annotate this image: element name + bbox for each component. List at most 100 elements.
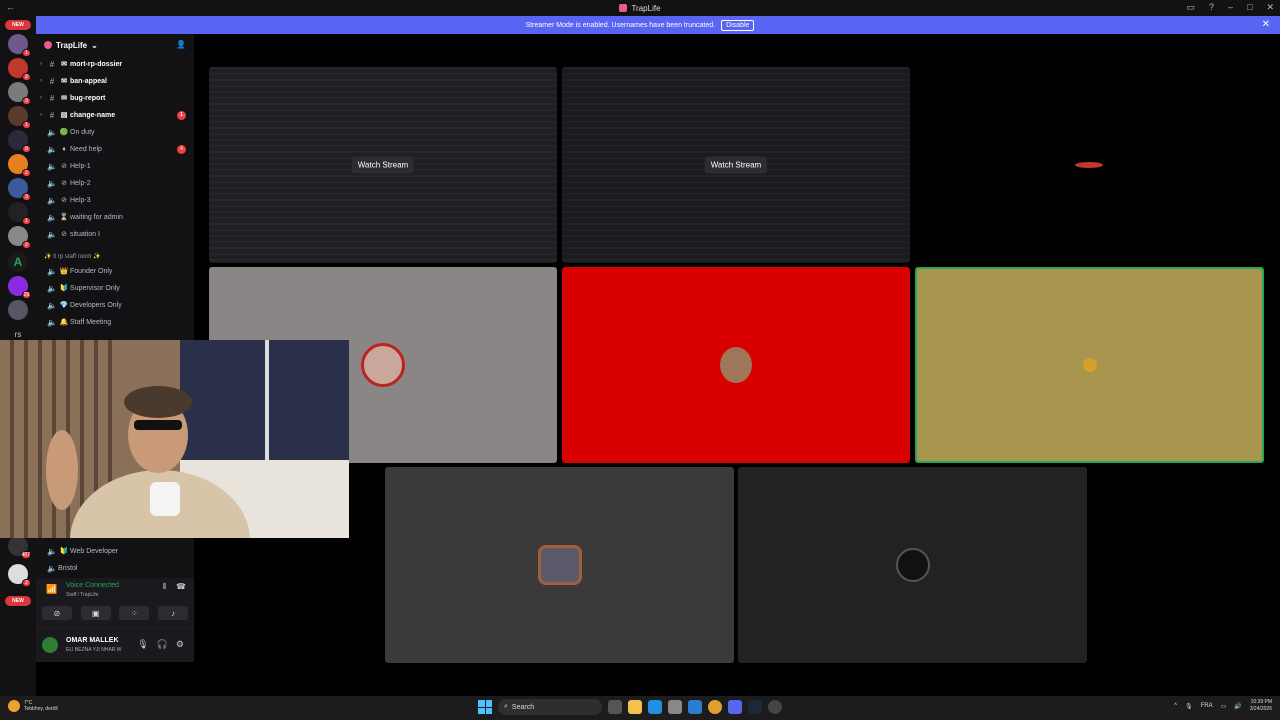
lang-indicator[interactable]: FRA bbox=[1201, 703, 1213, 709]
minimize-icon[interactable]: – bbox=[1228, 2, 1233, 13]
app-icon[interactable] bbox=[768, 700, 782, 714]
voice-channel-item[interactable]: 🔈 💎 Developers Only bbox=[36, 297, 194, 313]
voice-channel-item[interactable]: 🔈 Bristol bbox=[36, 560, 194, 576]
volume-icon[interactable]: 🔊 bbox=[1234, 703, 1241, 710]
server-icon[interactable]: 8 bbox=[8, 130, 31, 153]
watch-stream-button[interactable]: Watch Stream bbox=[704, 156, 768, 174]
screen-share-button[interactable]: ▣ bbox=[80, 606, 111, 620]
server-icon[interactable]: 1 bbox=[8, 202, 31, 225]
voice-channel-item[interactable]: 🔈 ⊘ Help-1 bbox=[36, 158, 194, 174]
voice-channel-item[interactable]: 🔈 ⌛ waiting for admin bbox=[36, 209, 194, 225]
channel-item[interactable]: › # ✉ mort-rp-dossier bbox=[36, 56, 194, 72]
voice-stage: Watch Stream Watch Stream bbox=[194, 34, 1280, 696]
camera-button[interactable]: ⊘ bbox=[42, 606, 72, 620]
chrome-icon[interactable] bbox=[708, 700, 722, 714]
channel-emoji: ✉ bbox=[61, 95, 67, 102]
server-icon[interactable]: 1 bbox=[8, 106, 31, 129]
clock[interactable]: 10:39 PM 3/24/2026 bbox=[1250, 699, 1272, 713]
headphones-icon[interactable]: 🎧 bbox=[157, 639, 168, 650]
server-icon-a[interactable]: A bbox=[8, 252, 28, 272]
server-icon[interactable]: 3 bbox=[8, 82, 31, 105]
noise-suppression-icon[interactable]: ⫴ bbox=[163, 582, 166, 592]
server-icon[interactable]: 2 bbox=[8, 564, 31, 587]
server-header[interactable]: TrapLife ⌄ 👤 bbox=[36, 34, 194, 56]
windows-start-icon[interactable] bbox=[478, 700, 492, 714]
steam-icon[interactable] bbox=[748, 700, 762, 714]
server-icon[interactable] bbox=[8, 300, 28, 320]
help-icon[interactable]: ? bbox=[1209, 2, 1214, 13]
discord-icon[interactable] bbox=[728, 700, 742, 714]
server-icon[interactable]: 2 bbox=[8, 154, 31, 177]
close-window-icon[interactable]: ✕ bbox=[1266, 2, 1274, 13]
voice-channel-item[interactable]: 🔈 👑 Founder Only bbox=[36, 263, 194, 279]
taskbar-search[interactable]: ⌕ Search bbox=[498, 699, 602, 715]
edge-icon[interactable] bbox=[648, 700, 662, 714]
channel-item[interactable]: › # ▤ change-name 1 bbox=[36, 107, 194, 123]
channel-emoji: ⊘ bbox=[61, 197, 67, 204]
voice-channel-item[interactable]: 🔈 🔰 Web Developer bbox=[36, 543, 194, 559]
voice-channel-path[interactable]: Staff / TrapLife bbox=[66, 592, 98, 598]
user-tools: 🎙 🎧 ⚙ bbox=[137, 639, 184, 650]
server-icon[interactable]: 2 bbox=[8, 226, 31, 249]
channel-item[interactable]: › # ✉ bug-report bbox=[36, 90, 194, 106]
participant-tile-speaking[interactable] bbox=[915, 267, 1264, 463]
voice-connected-panel: 📶 Voice Connected Staff / TrapLife ⫴ ☎ ⊘… bbox=[36, 578, 194, 628]
windows-taskbar: 7°C Tebbhny, derōlt ⌕ Search ^ 🎙 FRA ▭ 🔊… bbox=[0, 696, 1280, 720]
soundboard-button[interactable]: ♪ bbox=[157, 606, 188, 620]
server-icon[interactable]: 29 bbox=[8, 276, 31, 299]
voice-channel-item[interactable]: 🔈 🟢 On duty bbox=[36, 124, 194, 140]
server-icon[interactable]: 3 bbox=[8, 178, 31, 201]
banner-close-icon[interactable]: ✕ bbox=[1262, 19, 1270, 30]
stream-tile[interactable]: Watch Stream bbox=[562, 67, 910, 263]
microphone-icon[interactable]: 🎙 bbox=[137, 639, 148, 650]
voice-channel-item[interactable]: 🔈 ⊘ situation I bbox=[36, 226, 194, 242]
store-icon[interactable] bbox=[668, 700, 682, 714]
app-icon[interactable] bbox=[688, 700, 702, 714]
disconnect-icon[interactable]: ☎ bbox=[176, 582, 186, 592]
maximize-icon[interactable]: □ bbox=[1247, 2, 1252, 13]
watch-stream-button[interactable]: Watch Stream bbox=[351, 156, 415, 174]
streamer-mode-banner: Streamer Mode is enabled. Usernames have… bbox=[0, 16, 1280, 34]
speaker-icon: 🔈 bbox=[47, 266, 57, 276]
participant-tile[interactable] bbox=[385, 467, 734, 663]
activities-button[interactable]: ⁘ bbox=[119, 606, 150, 620]
task-view-icon[interactable] bbox=[608, 700, 622, 714]
signal-icon[interactable]: 📶 bbox=[46, 584, 57, 595]
file-explorer-icon[interactable] bbox=[628, 700, 642, 714]
disable-button[interactable]: Disable bbox=[721, 19, 755, 31]
channel-emoji: ✉ bbox=[61, 61, 67, 68]
add-member-icon[interactable]: 👤 bbox=[176, 40, 186, 49]
voice-channel-item[interactable]: 🔈 ⊘ Help-3 bbox=[36, 192, 194, 208]
voice-channel-item[interactable]: 🔈 🔔 Staff Meeting bbox=[36, 314, 194, 330]
chevron-right-icon: › bbox=[40, 78, 42, 84]
chevron-up-icon[interactable]: ^ bbox=[1174, 703, 1177, 709]
microphone-icon[interactable]: 🎙 bbox=[1185, 703, 1193, 710]
avatar bbox=[720, 347, 752, 383]
category-staff-room[interactable]: ✨ tl rp staff room ✨ bbox=[44, 253, 101, 260]
mention-badge: 4 bbox=[177, 144, 186, 154]
participant-tile[interactable] bbox=[562, 267, 910, 463]
channel-emoji: 🟢 bbox=[59, 129, 69, 136]
voice-channel-item[interactable]: 🔈 ⊘ Help-2 bbox=[36, 175, 194, 191]
avatar[interactable] bbox=[42, 637, 58, 653]
server-icon[interactable]: 407 bbox=[8, 536, 31, 559]
username[interactable]: OMAR MALLEK bbox=[66, 637, 119, 644]
network-icon[interactable]: ▭ bbox=[1221, 703, 1227, 710]
back-arrow-icon[interactable]: ← bbox=[6, 2, 15, 12]
stream-tile[interactable]: Watch Stream bbox=[209, 67, 557, 263]
participant-tile[interactable] bbox=[915, 67, 1263, 263]
inbox-icon[interactable]: ▭ bbox=[1186, 2, 1195, 13]
voice-channel-item[interactable]: 🔈 ♦ Need help 4 bbox=[36, 141, 194, 157]
gear-icon[interactable]: ⚙ bbox=[176, 639, 184, 650]
weather-widget[interactable]: 7°C Tebbhny, derōlt bbox=[8, 700, 58, 712]
channel-item[interactable]: › # ✉ ban-appeal bbox=[36, 73, 194, 89]
server-icon[interactable]: 2 bbox=[8, 58, 31, 81]
weather-desc: Tebbhny, derōlt bbox=[24, 706, 58, 712]
channel-name: Developers Only bbox=[70, 301, 122, 309]
server-icon[interactable]: 1 bbox=[8, 34, 31, 57]
voice-channel-item[interactable]: 🔈 🔰 Supervisor Only bbox=[36, 280, 194, 296]
avatar bbox=[361, 343, 405, 387]
channel-type-icon: # bbox=[49, 76, 55, 86]
voice-status[interactable]: Voice Connected bbox=[66, 582, 119, 589]
participant-tile[interactable] bbox=[738, 467, 1087, 663]
